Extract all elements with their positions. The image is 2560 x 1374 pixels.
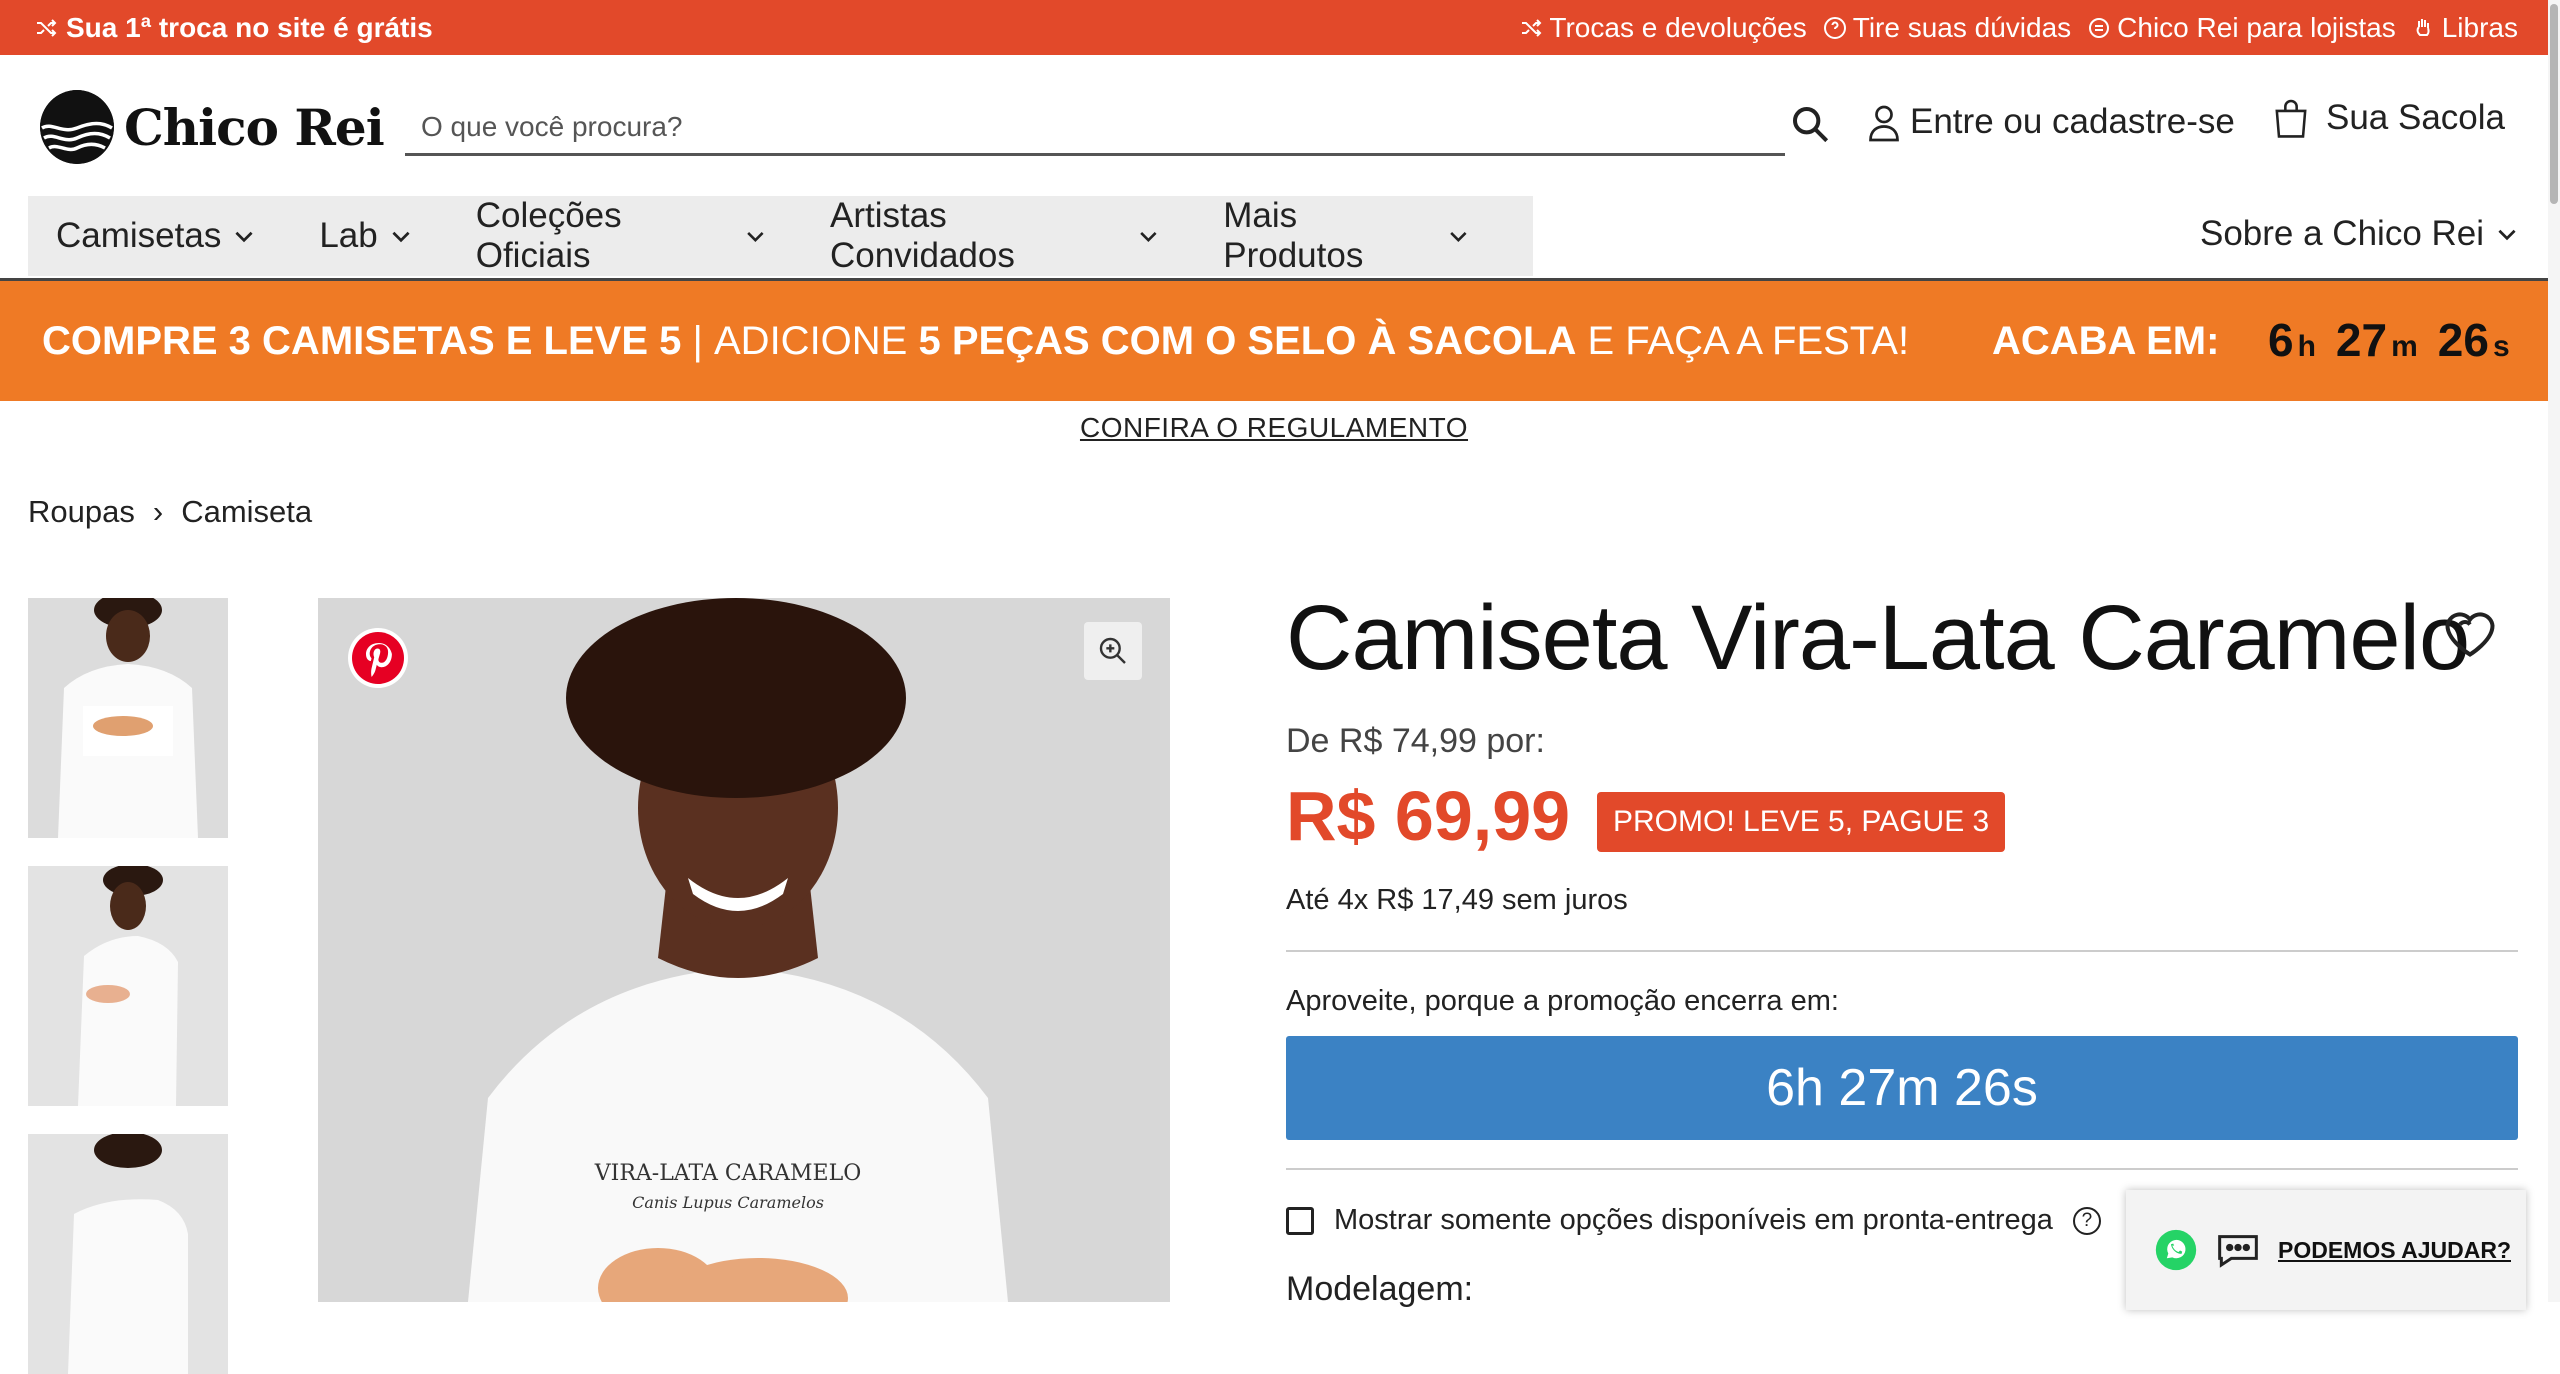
exchanges-link[interactable]: Trocas e devoluções (1519, 11, 1807, 44)
shirt-print-title: VIRA-LATA CARAMELO (594, 1161, 862, 1186)
chevron-down-icon (235, 231, 253, 243)
free-exchange-text: Sua 1ª troca no site é grátis (66, 11, 433, 43)
regulation-link[interactable]: CONFIRA O REGULAMENTO (0, 412, 2548, 444)
thumbnail-front[interactable] (28, 598, 228, 838)
free-exchange-notice: Sua 1ª troca no site é grátis (34, 12, 433, 44)
login-link[interactable]: Entre ou cadastre-se (1866, 102, 2235, 142)
chevron-down-icon (2498, 229, 2516, 241)
nav-item-artistas[interactable]: Artistas Convidados (830, 196, 1161, 276)
shuffle-icon (1522, 18, 1542, 37)
login-label: Entre ou cadastre-se (1910, 102, 2235, 141)
logo-waves-icon (40, 90, 114, 164)
pinterest-icon (352, 632, 404, 684)
timer-hours: 6 (2268, 314, 2294, 366)
question-circle-icon (1823, 16, 1846, 39)
libras-link[interactable]: Libras (2412, 12, 2518, 44)
shirt-print-subtitle: Canis Lupus Caramelos (632, 1193, 824, 1212)
timer-minutes-unit: m (2391, 330, 2418, 363)
modeling-label: Modelagem: (1286, 1270, 1474, 1308)
thumbnail-side[interactable] (28, 866, 228, 1106)
nav-label: Lab (319, 216, 378, 255)
product-main-image[interactable]: VIRA-LATA CARAMELO Canis Lupus Caramelos (318, 598, 1170, 1302)
breadcrumb-item[interactable]: Roupas (28, 494, 135, 530)
nav-item-camisetas[interactable]: Camisetas (56, 216, 257, 256)
banner-text: ADICIONE (714, 318, 919, 363)
wholesale-link-label: Chico Rei para lojistas (2117, 11, 2396, 43)
old-price: De R$ 74,99 por: (1286, 722, 1545, 760)
nav-item-about[interactable]: Sobre a Chico Rei (2200, 214, 2520, 254)
availability-checkbox[interactable] (1286, 1206, 1314, 1235)
search-bar (405, 100, 1785, 156)
installments-text: Até 4x R$ 17,49 sem juros (1286, 884, 1628, 916)
zoom-in-icon (1099, 637, 1126, 664)
timer-seconds-unit: s (2492, 330, 2510, 363)
help-link[interactable]: Tire suas dúvidas (1823, 12, 2071, 44)
nav-label: Mais Produtos (1223, 196, 1364, 275)
libras-link-label: Libras (2441, 11, 2518, 43)
timer-minutes: 27 (2335, 314, 2388, 366)
product-title: Camiseta Vira-Lata Caramelo (1286, 587, 2470, 689)
promo-badge[interactable]: PROMO! LEVE 5, PAGUE 3 (1597, 792, 2006, 852)
help-label: PODEMOS AJUDAR? (2278, 1236, 2511, 1263)
user-icon (1869, 105, 1899, 142)
chevron-down-icon (1450, 231, 1467, 242)
zoom-button[interactable] (1084, 622, 1142, 680)
shuffle-icon (37, 18, 57, 37)
nav-label: Camisetas (56, 216, 222, 255)
timer-hours-unit: h (2297, 330, 2316, 363)
timer-seconds: 26 (2437, 314, 2489, 366)
current-price: R$ 69,99 (1286, 777, 1571, 855)
shopping-bag-link[interactable]: Sua Sacola (2274, 98, 2505, 138)
nav-label: Sobre a Chico Rei (2200, 214, 2485, 253)
main-nav: Camisetas Lab Coleções Oficiais Artistas… (28, 196, 1533, 276)
nav-item-mais-produtos[interactable]: Mais Produtos (1223, 196, 1471, 276)
sign-language-icon (2416, 18, 2430, 36)
divider (1286, 1168, 2518, 1170)
promo-countdown: 6h 27m 26s (1286, 1036, 2518, 1140)
top-promo-bar: Sua 1ª troca no site é grátis Trocas e d… (0, 0, 2548, 55)
availability-label: Mostrar somente opções disponíveis em pr… (1334, 1204, 2053, 1236)
chevron-down-icon (392, 231, 410, 243)
chevron-down-icon (747, 231, 764, 242)
search-icon[interactable] (1790, 104, 1830, 144)
divider (1286, 950, 2518, 952)
banner-text-bold: 5 PEÇAS COM O SELO À SACOLA (918, 318, 1577, 363)
chat-bubble-icon (2218, 1235, 2258, 1268)
heart-icon[interactable] (2440, 604, 2500, 660)
breadcrumb-separator: › (152, 494, 164, 529)
search-input[interactable] (405, 109, 1745, 144)
nav-label: Artistas Convidados (830, 196, 1015, 275)
breadcrumb: Roupas › Camiseta (28, 494, 312, 530)
banner-timer: 6h 27 m 26 s (2268, 313, 2526, 367)
chevron-down-icon (1140, 231, 1158, 242)
nav-item-colecoes[interactable]: Coleções Oficiais (476, 196, 768, 276)
promo-banner[interactable]: COMPRE 3 CAMISETAS E LEVE 5 | ADICIONE 5… (0, 281, 2548, 401)
promo-ends-text: Aproveite, porque a promoção encerra em: (1286, 985, 1839, 1017)
logo-wordmark: Chico Rei (124, 97, 385, 157)
page-scrollbar[interactable] (2548, 0, 2560, 1302)
nav-label: Coleções Oficiais (475, 196, 622, 275)
help-chat-widget[interactable]: PODEMOS AJUDAR? (2126, 1190, 2526, 1310)
banner-separator: | (681, 318, 714, 363)
site-logo[interactable]: Chico Rei (40, 90, 385, 164)
breadcrumb-item[interactable]: Camiseta (181, 494, 312, 530)
banner-headline: COMPRE 3 CAMISETAS E LEVE 5 (42, 318, 682, 363)
thumbnail-back[interactable] (28, 1134, 228, 1374)
store-icon (2089, 17, 2110, 38)
info-icon[interactable]: ? (2072, 1206, 2101, 1235)
nav-item-lab[interactable]: Lab (319, 216, 413, 256)
wholesale-link[interactable]: Chico Rei para lojistas (2087, 12, 2396, 44)
scrollbar-thumb[interactable] (2550, 4, 2558, 204)
pinterest-button[interactable] (348, 628, 408, 688)
bag-label: Sua Sacola (2326, 98, 2506, 137)
banner-text-end: E FAÇA A FESTA! (1576, 318, 1910, 363)
shopping-bag-icon (2275, 99, 2307, 138)
banner-ends-label: ACABA EM: (1992, 319, 2220, 363)
whatsapp-icon (2155, 1229, 2197, 1271)
exchanges-link-label: Trocas e devoluções (1549, 11, 1807, 43)
help-link-label: Tire suas dúvidas (1852, 11, 2072, 43)
availability-filter: Mostrar somente opções disponíveis em pr… (1286, 1204, 2101, 1237)
